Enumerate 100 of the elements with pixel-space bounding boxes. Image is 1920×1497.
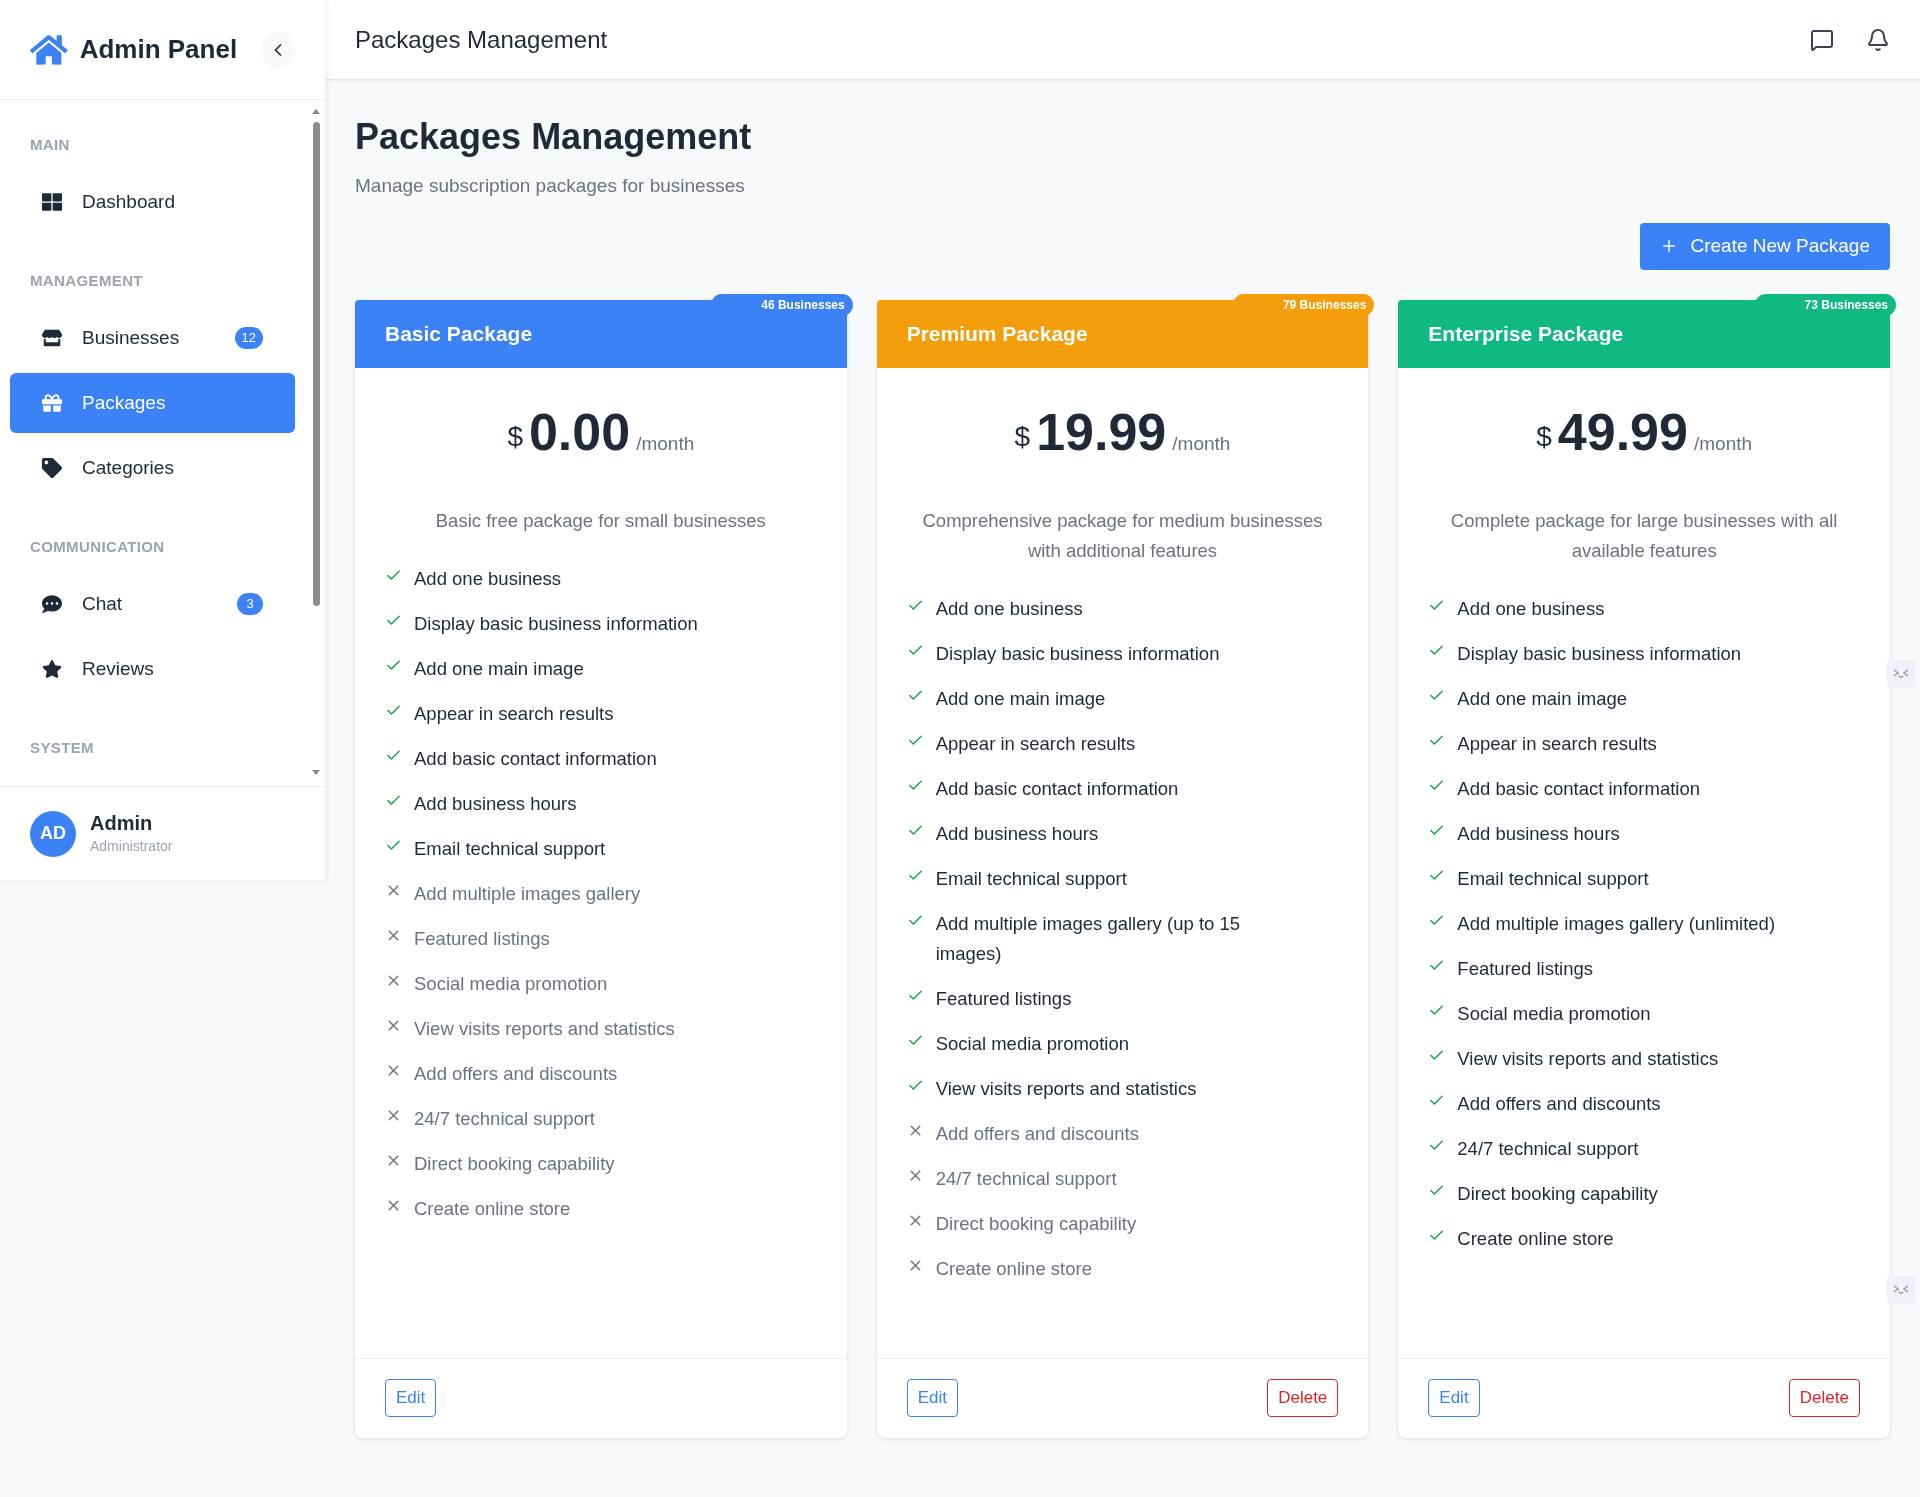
- nav-label: Chat: [82, 591, 124, 616]
- page-title: Packages Management: [355, 115, 753, 159]
- chat-icon[interactable]: [1810, 27, 1834, 52]
- store-icon: [42, 328, 62, 348]
- feature-text: Add basic contact information: [414, 746, 657, 771]
- price-period: /month: [1172, 431, 1231, 456]
- package-name: Premium Package: [906, 320, 1088, 347]
- nav-label: Businesses: [82, 325, 181, 350]
- feature-text: 24/7 technical support: [414, 1106, 595, 1131]
- star-icon: [42, 659, 62, 679]
- feature-text: Featured listings: [935, 986, 1072, 1011]
- feature-text: Email technical support: [935, 866, 1127, 891]
- feature-text: Add one main image: [1457, 686, 1628, 711]
- top-bar-title: Packages Management: [355, 24, 609, 55]
- business-count-badge: 46 Businesses: [711, 293, 853, 316]
- nav-label: Packages: [82, 390, 167, 415]
- feature-text: Social media promotion: [414, 971, 608, 996]
- price-amount: 49.99: [1557, 405, 1688, 458]
- section-heading: MAIN: [29, 134, 71, 155]
- feature-text: Add basic contact information: [935, 776, 1179, 801]
- nav-item[interactable]: Dashboard: [10, 172, 295, 232]
- package-description: Complete package for large businesses with all available features: [1449, 509, 1839, 563]
- feature-text: Create online store: [1457, 1226, 1614, 1251]
- count-badge: 3: [237, 593, 263, 615]
- feature-text: Create online store: [935, 1256, 1092, 1281]
- user-role: Administrator: [90, 836, 173, 856]
- gift-icon: [42, 393, 62, 413]
- feature-text: Add offers and discounts: [935, 1121, 1139, 1146]
- nav-item[interactable]: Packages: [10, 373, 295, 433]
- feature-text: Appear in search results: [414, 701, 614, 726]
- count-badge: 12: [234, 327, 263, 349]
- nav-label: Reviews: [82, 656, 155, 681]
- chat-bubble-icon: [42, 594, 62, 614]
- page-subtitle: Manage subscription packages for businesses: [355, 174, 746, 198]
- brand-title: Admin Panel: [79, 33, 238, 66]
- feature-text: Appear in search results: [935, 731, 1136, 756]
- feature-text: Add multiple images gallery: [414, 881, 641, 906]
- price-period: /month: [1693, 431, 1753, 456]
- edit-button[interactable]: Edit: [906, 1379, 958, 1417]
- feature-text: View visits reports and statistics: [1457, 1046, 1719, 1071]
- price-amount: 19.99: [1036, 405, 1167, 458]
- nav-item[interactable]: Chat 3: [10, 574, 295, 634]
- feature-text: Add multiple images gallery (up to 15 images): [935, 911, 1242, 966]
- feature-text: Add offers and discounts: [414, 1061, 618, 1086]
- feature-text: Add multiple images gallery (unlimited): [1457, 911, 1776, 936]
- feature-text: Featured listings: [1457, 956, 1594, 981]
- feature-text: Email technical support: [414, 836, 606, 861]
- feature-text: Add basic contact information: [1457, 776, 1700, 801]
- business-count-badge: 79 Businesses: [1232, 293, 1375, 316]
- feature-text: Direct booking capability: [935, 1211, 1137, 1236]
- price-amount: 0.00: [528, 405, 631, 458]
- emoticon-icon[interactable]: [1886, 1275, 1916, 1305]
- price-period: /month: [636, 431, 695, 456]
- business-count-badge: 73 Businesses: [1754, 293, 1896, 316]
- feature-text: View visits reports and statistics: [935, 1076, 1197, 1101]
- delete-button[interactable]: Delete: [1267, 1379, 1339, 1417]
- feature-text: 24/7 technical support: [935, 1166, 1117, 1191]
- feature-text: View visits reports and statistics: [414, 1016, 675, 1041]
- feature-text: Social media promotion: [935, 1031, 1129, 1056]
- feature-text: 24/7 technical support: [1457, 1136, 1639, 1161]
- package-description: Comprehensive package for medium businesses with additional features: [921, 509, 1324, 563]
- tag-icon: [42, 458, 62, 478]
- edit-button[interactable]: Edit: [385, 1379, 437, 1417]
- feature-text: Add one business: [1457, 596, 1605, 621]
- nav-label: Categories: [82, 455, 175, 480]
- feature-text: Email technical support: [1457, 866, 1649, 891]
- nav-item[interactable]: Categories: [10, 438, 295, 498]
- package-name: Basic Package: [385, 320, 533, 347]
- notification-bell-icon[interactable]: [1866, 27, 1890, 52]
- feature-text: Add business hours: [414, 791, 577, 816]
- currency-symbol: $: [1014, 419, 1031, 454]
- feature-text: Social media promotion: [1457, 1001, 1651, 1026]
- feature-text: Direct booking capability: [1457, 1181, 1658, 1206]
- delete-button[interactable]: Delete: [1788, 1379, 1860, 1417]
- feature-text: Display basic business information: [935, 641, 1220, 666]
- emoticon-icon[interactable]: [1886, 659, 1916, 689]
- feature-text: Featured listings: [414, 926, 550, 951]
- package-name: Enterprise Package: [1428, 320, 1624, 347]
- feature-text: Add one main image: [414, 656, 584, 681]
- feature-text: Add one business: [414, 566, 562, 591]
- feature-text: Add one business: [935, 596, 1083, 621]
- feature-text: Appear in search results: [1457, 731, 1657, 756]
- feature-text: Add business hours: [935, 821, 1099, 846]
- feature-text: Display basic business information: [1457, 641, 1742, 666]
- feature-text: Add business hours: [1457, 821, 1620, 846]
- feature-text: Create online store: [414, 1196, 571, 1221]
- currency-symbol: $: [1536, 419, 1552, 454]
- package-description: Basic free package for small businesses: [434, 509, 767, 533]
- feature-text: Display basic business information: [414, 611, 698, 636]
- feature-text: Add offers and discounts: [1457, 1091, 1661, 1116]
- nav-label: Dashboard: [82, 189, 176, 214]
- grid-icon: [42, 192, 62, 212]
- nav-item[interactable]: Reviews: [10, 639, 295, 699]
- user-name: Admin: [90, 810, 154, 836]
- section-heading: COMMUNICATION: [29, 536, 166, 557]
- feature-text: Add one main image: [935, 686, 1106, 711]
- nav-item[interactable]: Businesses 12: [10, 308, 295, 368]
- edit-button[interactable]: Edit: [1428, 1379, 1480, 1417]
- section-heading: SYSTEM: [29, 737, 95, 758]
- create-package-button[interactable]: Create New Package: [1640, 222, 1890, 270]
